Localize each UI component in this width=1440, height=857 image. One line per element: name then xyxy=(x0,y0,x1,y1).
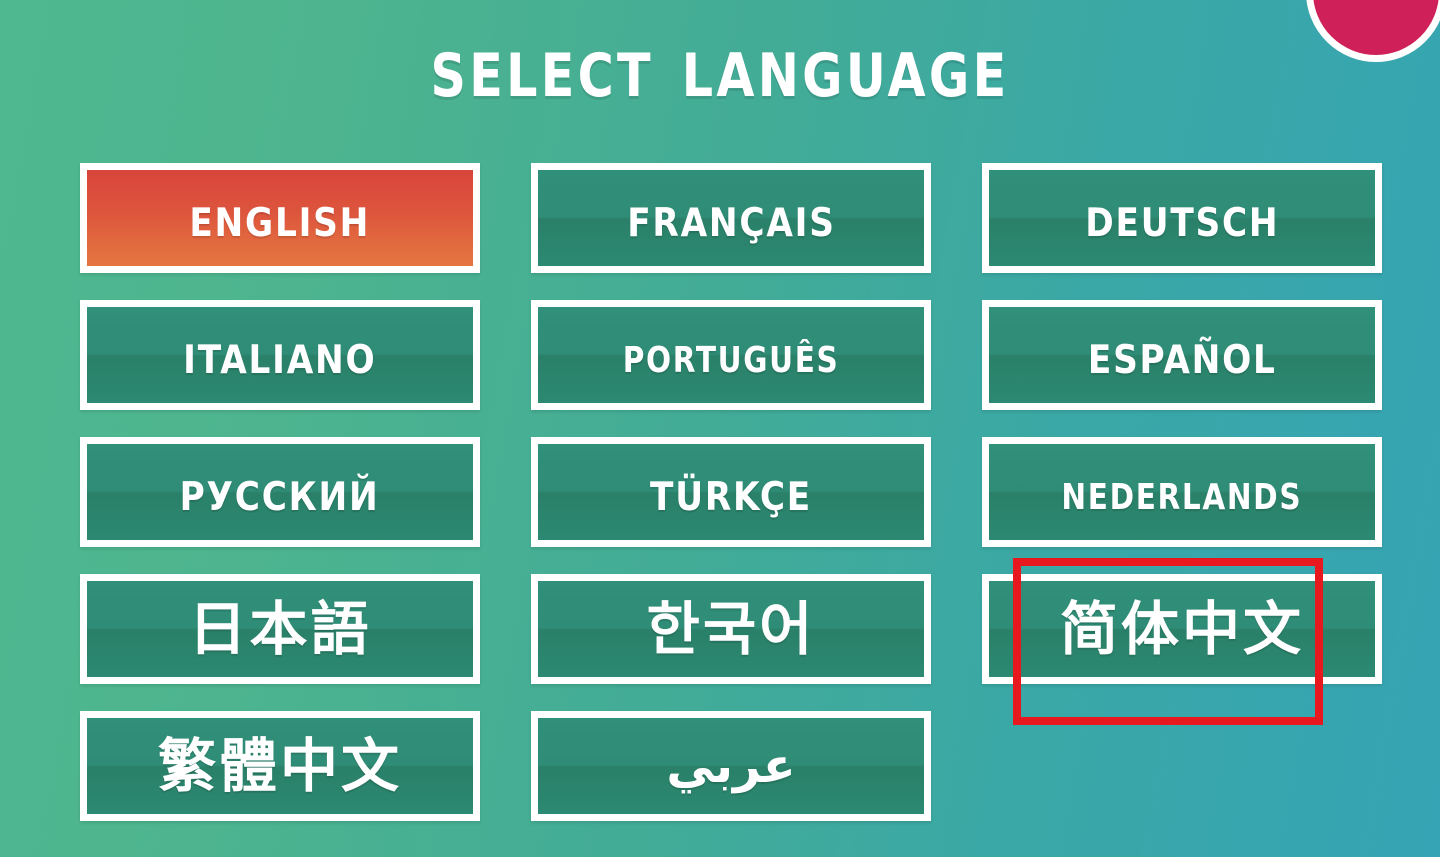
language-button-简体中文[interactable]: 简体中文 xyxy=(982,574,1382,684)
language-button-italiano[interactable]: Italiano xyxy=(80,300,480,410)
language-button-label: عربي xyxy=(666,738,796,794)
language-button-label: Italiano xyxy=(183,322,377,387)
language-button-français[interactable]: Français xyxy=(531,163,931,273)
language-button-label: Русский xyxy=(180,459,380,524)
language-button-русский[interactable]: Русский xyxy=(80,437,480,547)
language-button-deutsch[interactable]: Deutsch xyxy=(982,163,1382,273)
language-button-label: English xyxy=(189,185,371,250)
language-button-label: 繁體中文 xyxy=(157,732,402,800)
language-button-한국어[interactable]: 한국어 xyxy=(531,574,931,684)
language-button-عربي[interactable]: عربي xyxy=(531,711,931,821)
language-button-türkçe[interactable]: Türkçe xyxy=(531,437,931,547)
corner-badge-icon xyxy=(1306,0,1440,62)
language-button-label: Português xyxy=(622,325,840,385)
language-button-português[interactable]: Português xyxy=(531,300,931,410)
language-button-label: 日本語 xyxy=(188,595,372,663)
language-button-label: 简体中文 xyxy=(1059,595,1304,663)
language-button-label: Türkçe xyxy=(650,459,812,524)
language-button-label: 한국어 xyxy=(646,595,816,663)
language-button-label: Deutsch xyxy=(1084,185,1280,250)
language-button-繁體中文[interactable]: 繁體中文 xyxy=(80,711,480,821)
language-button-日本語[interactable]: 日本語 xyxy=(80,574,480,684)
language-button-label: Français xyxy=(626,185,836,250)
page-title: SELECT LANGUAGE xyxy=(430,17,1010,117)
language-grid: English Français Deutsch Italiano Português E… xyxy=(80,163,1383,821)
language-button-label: Español xyxy=(1087,322,1277,387)
language-button-english[interactable]: English xyxy=(80,163,480,273)
language-button-nederlands[interactable]: Nederlands xyxy=(982,437,1382,547)
language-button-español[interactable]: Español xyxy=(982,300,1382,410)
language-button-label: Nederlands xyxy=(1061,462,1303,522)
